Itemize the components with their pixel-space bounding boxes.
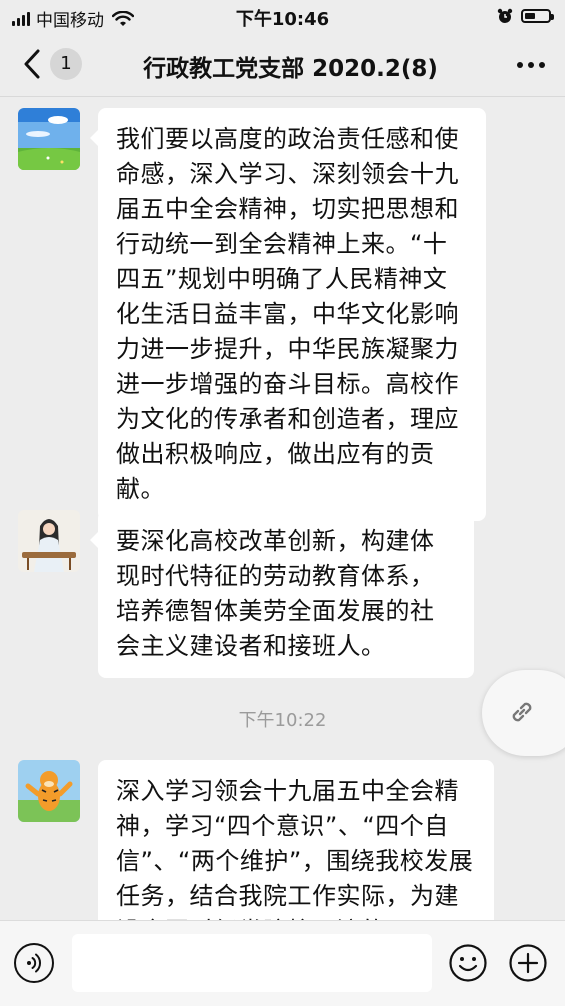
message-text: 我们要以高度的政治责任感和使命感，深入学习、深刻领会十九届五中全会精神，切实把思… [116, 125, 459, 503]
status-time: 下午10:46 [235, 9, 330, 30]
alarm-icon [497, 8, 513, 23]
message-text: 要深化高校改革创新，构建体现时代特征的劳动教育体系，培养德智体美劳全面发展的社会… [116, 527, 435, 660]
chat-title: 行政教工党支部 2020.2(8) [143, 56, 438, 82]
message-text: 深入学习领会十九届五中全会精神，学习“四个意识”、“四个自信”、“两个维护”，围… [116, 777, 474, 940]
battery-icon [521, 9, 554, 23]
sky-field-avatar[interactable] [18, 108, 80, 170]
unread-badge[interactable]: 1 [50, 48, 82, 80]
status-bar: 中国移动 下午10:46 [0, 0, 565, 32]
message-bubble[interactable]: 我们要以高度的政治责任感和使命感，深入学习、深刻领会十九届五中全会精神，切实把思… [90, 108, 486, 521]
tigger-avatar[interactable] [18, 760, 80, 822]
back-chevron-icon[interactable] [18, 46, 48, 82]
timestamp: 下午10:22 [238, 710, 327, 731]
input-bar [0, 920, 565, 1006]
emoji-button-icon[interactable] [448, 943, 488, 983]
message-input[interactable] [72, 934, 432, 992]
more-options-icon[interactable] [517, 62, 545, 68]
add-attachment-icon[interactable] [508, 943, 548, 983]
voice-icon [27, 953, 42, 973]
link-icon [512, 702, 532, 722]
girl-guzheng-avatar[interactable] [18, 510, 80, 572]
link-button[interactable] [482, 670, 565, 756]
message-bubble[interactable]: 深入学习领会十九届五中全会精神，学习“四个意识”、“四个自信”、“两个维护”，围… [98, 760, 494, 940]
chat-header: 1 行政教工党支部 2020.2(8) [0, 32, 565, 97]
voice-input-button[interactable] [14, 943, 54, 983]
message-bubble[interactable]: 要深化高校改革创新，构建体现时代特征的劳动教育体系，培养德智体美劳全面发展的社会… [90, 510, 474, 678]
